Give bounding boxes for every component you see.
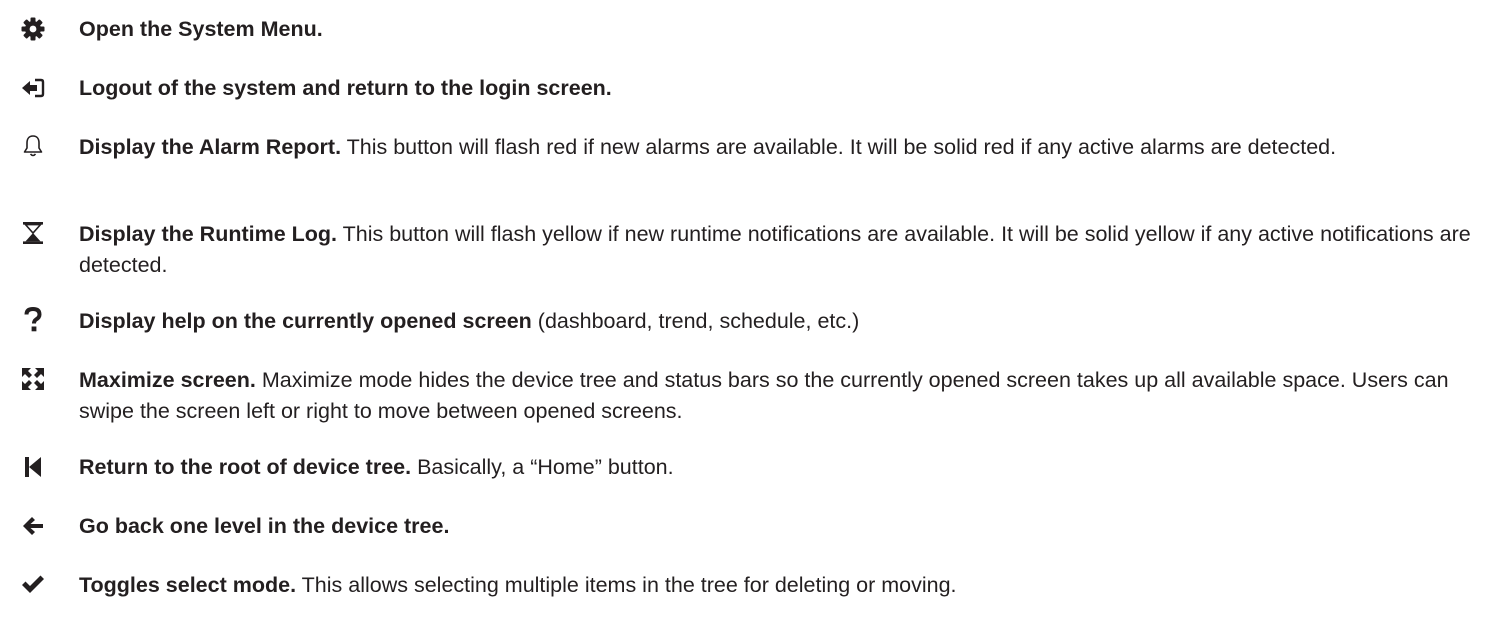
- help-item-text: Return to the root of device tree. Basic…: [79, 452, 1484, 483]
- help-item-desc: This button will flash red if new alarms…: [341, 135, 1337, 159]
- checkmark-icon: [20, 572, 46, 598]
- help-item-text: Toggles select mode. This allows selecti…: [79, 570, 1484, 601]
- help-item-text: Open the System Menu.: [79, 14, 1484, 45]
- help-item-desc: (dashboard, trend, schedule, etc.): [531, 309, 860, 333]
- help-item-text: Display the Runtime Log. This button wil…: [79, 219, 1484, 281]
- maximize-icon: [20, 366, 46, 392]
- help-item-text: Maximize screen. Maximize mode hides the…: [79, 365, 1484, 427]
- help-item-text: Display help on the currently opened scr…: [79, 306, 1484, 337]
- help-item-desc: This allows selecting multiple items in …: [296, 573, 957, 597]
- help-item-text: Logout of the system and return to the l…: [79, 73, 1484, 104]
- help-item-title: Go back one level in the device tree.: [79, 514, 450, 538]
- help-item-title: Open the System Menu.: [79, 17, 323, 41]
- help-item-title: Display help on the currently opened scr…: [79, 309, 532, 333]
- bell-icon: [20, 133, 46, 159]
- hourglass-icon: [20, 220, 46, 246]
- help-document: Open the System Menu. Logout of the syst…: [0, 0, 1502, 642]
- skip-to-start-icon: [20, 454, 46, 480]
- help-item-desc: Maximize mode hides the device tree and …: [79, 368, 1449, 423]
- help-item-title: Logout of the system and return to the l…: [79, 76, 612, 100]
- help-item-title: Return to the root of device tree.: [79, 455, 412, 479]
- help-item-title: Display the Runtime Log.: [79, 222, 338, 246]
- arrow-left-icon: [20, 513, 46, 539]
- help-item-text: Display the Alarm Report. This button wi…: [79, 132, 1484, 163]
- help-item-title: Display the Alarm Report.: [79, 135, 342, 159]
- help-item-desc: Basically, a “Home” button.: [411, 455, 674, 479]
- question-icon: [20, 307, 46, 333]
- gear-icon: [20, 16, 46, 42]
- logout-icon: [20, 75, 46, 101]
- help-item-text: Go back one level in the device tree.: [79, 511, 1484, 542]
- help-item-title: Maximize screen.: [79, 368, 256, 392]
- help-item-title: Toggles select mode.: [79, 573, 297, 597]
